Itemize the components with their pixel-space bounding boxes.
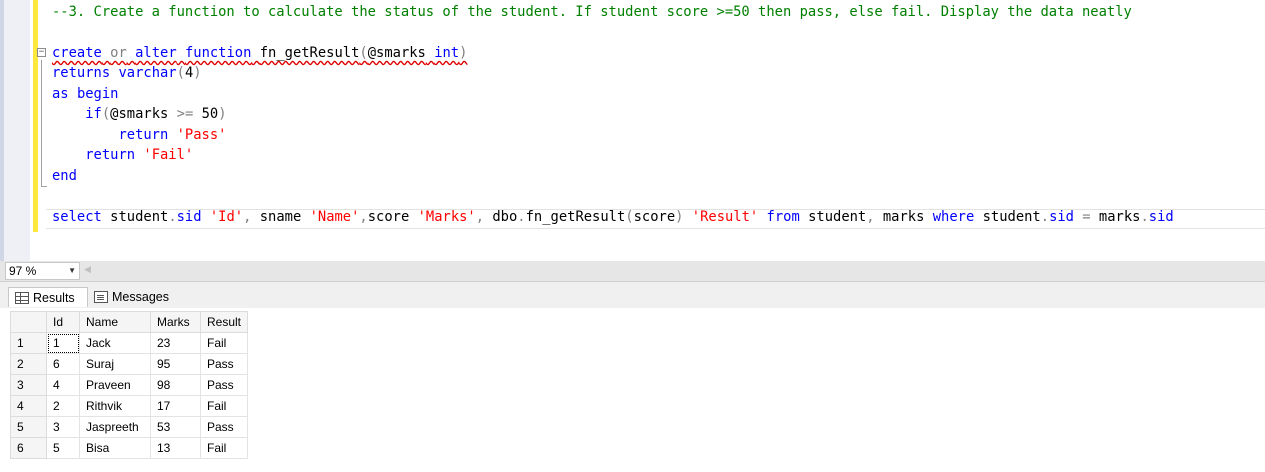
row-number[interactable]: 3 (10, 374, 47, 396)
cell-name[interactable]: Jaspreeth (79, 416, 151, 438)
horizontal-scrollbar[interactable] (96, 263, 1265, 279)
row-number[interactable]: 2 (10, 353, 47, 375)
tab-messages[interactable]: Messages (90, 287, 186, 307)
row-number[interactable]: 5 (10, 416, 47, 438)
cell-id[interactable]: 5 (46, 437, 80, 459)
tab-results-label: Results (33, 290, 75, 305)
row-number[interactable]: 6 (10, 437, 47, 459)
cell-result[interactable]: Fail (199, 332, 249, 354)
cell-marks[interactable]: 23 (150, 332, 201, 354)
code-line-if: if(@smarks >= 50) (85, 106, 227, 122)
table-row: 1 1 Jack 23 Fail (10, 332, 249, 354)
messages-icon (94, 291, 108, 303)
cell-id[interactable]: 1 (46, 332, 80, 354)
cell-marks[interactable]: 95 (150, 353, 201, 375)
editor-left-margin (0, 0, 30, 261)
cell-name[interactable]: Suraj (79, 353, 151, 375)
row-number[interactable]: 1 (10, 332, 47, 354)
cell-name[interactable]: Jack (79, 332, 151, 354)
zoom-bar: 97 % ▼ ◀ (0, 261, 1265, 282)
grid-icon (15, 291, 29, 304)
grid-header-row: Id Name Marks Result (10, 311, 249, 333)
cell-name[interactable]: Rithvik (79, 395, 151, 417)
cell-marks[interactable]: 53 (150, 416, 201, 438)
code-line-comment: --3. Create a function to calculate the … (52, 4, 1132, 20)
chevron-down-icon: ▼ (68, 266, 76, 275)
row-number[interactable]: 4 (10, 395, 47, 417)
scroll-left-icon[interactable]: ◀ (84, 264, 91, 275)
table-row: 5 3 Jaspreeth 53 Pass (10, 416, 249, 438)
tab-results[interactable]: Results (8, 287, 88, 307)
code-line-return-pass: return 'Pass' (118, 127, 227, 143)
cell-marks[interactable]: 13 (150, 437, 201, 459)
table-row: 4 2 Rithvik 17 Fail (10, 395, 249, 417)
code-line-return-fail: return 'Fail' (85, 147, 194, 163)
results-pane: Id Name Marks Result 1 1 Jack 23 Fail 2 … (0, 308, 1265, 472)
query-editor[interactable]: − --3. Create a function to calculate th… (0, 0, 1265, 261)
cell-id[interactable]: 4 (46, 374, 80, 396)
table-row: 2 6 Suraj 95 Pass (10, 353, 249, 375)
tab-messages-label: Messages (112, 290, 169, 304)
code-line-create: create or alter function fn_getResult(@s… (52, 45, 468, 61)
zoom-value: 97 % (9, 264, 37, 278)
cell-result[interactable]: Fail (199, 395, 249, 417)
cell-result[interactable]: Pass (199, 416, 249, 438)
cell-result[interactable]: Pass (199, 374, 249, 396)
cell-marks[interactable]: 98 (150, 374, 201, 396)
code-line-end: end (52, 168, 77, 184)
code-line-as-begin: as begin (52, 86, 119, 102)
grid-corner[interactable] (10, 311, 47, 333)
zoom-dropdown[interactable]: 97 % ▼ (5, 262, 80, 280)
results-tabstrip: Results Messages (0, 282, 1265, 308)
cell-name[interactable]: Bisa (79, 437, 151, 459)
cell-id[interactable]: 6 (46, 353, 80, 375)
column-header-id[interactable]: Id (46, 311, 80, 333)
code-line-returns: returns varchar(4) (52, 65, 202, 81)
table-row: 3 4 Praveen 98 Pass (10, 374, 249, 396)
cell-name[interactable]: Praveen (79, 374, 151, 396)
column-header-marks[interactable]: Marks (150, 311, 201, 333)
change-tracking-bar (33, 0, 38, 232)
code-line-select: select student.sid 'Id', sname 'Name',sc… (52, 209, 1174, 225)
table-row: 6 5 Bisa 13 Fail (10, 437, 249, 459)
outline-guide-end (41, 186, 47, 187)
cell-result[interactable]: Fail (199, 437, 249, 459)
cell-result[interactable]: Pass (199, 353, 249, 375)
outline-guide (41, 60, 42, 186)
column-header-result[interactable]: Result (199, 311, 249, 333)
collapse-outline-icon[interactable]: − (37, 48, 46, 57)
cell-marks[interactable]: 17 (150, 395, 201, 417)
results-grid[interactable]: Id Name Marks Result 1 1 Jack 23 Fail 2 … (10, 311, 249, 459)
cell-id[interactable]: 2 (46, 395, 80, 417)
column-header-name[interactable]: Name (79, 311, 151, 333)
cell-id[interactable]: 3 (46, 416, 80, 438)
